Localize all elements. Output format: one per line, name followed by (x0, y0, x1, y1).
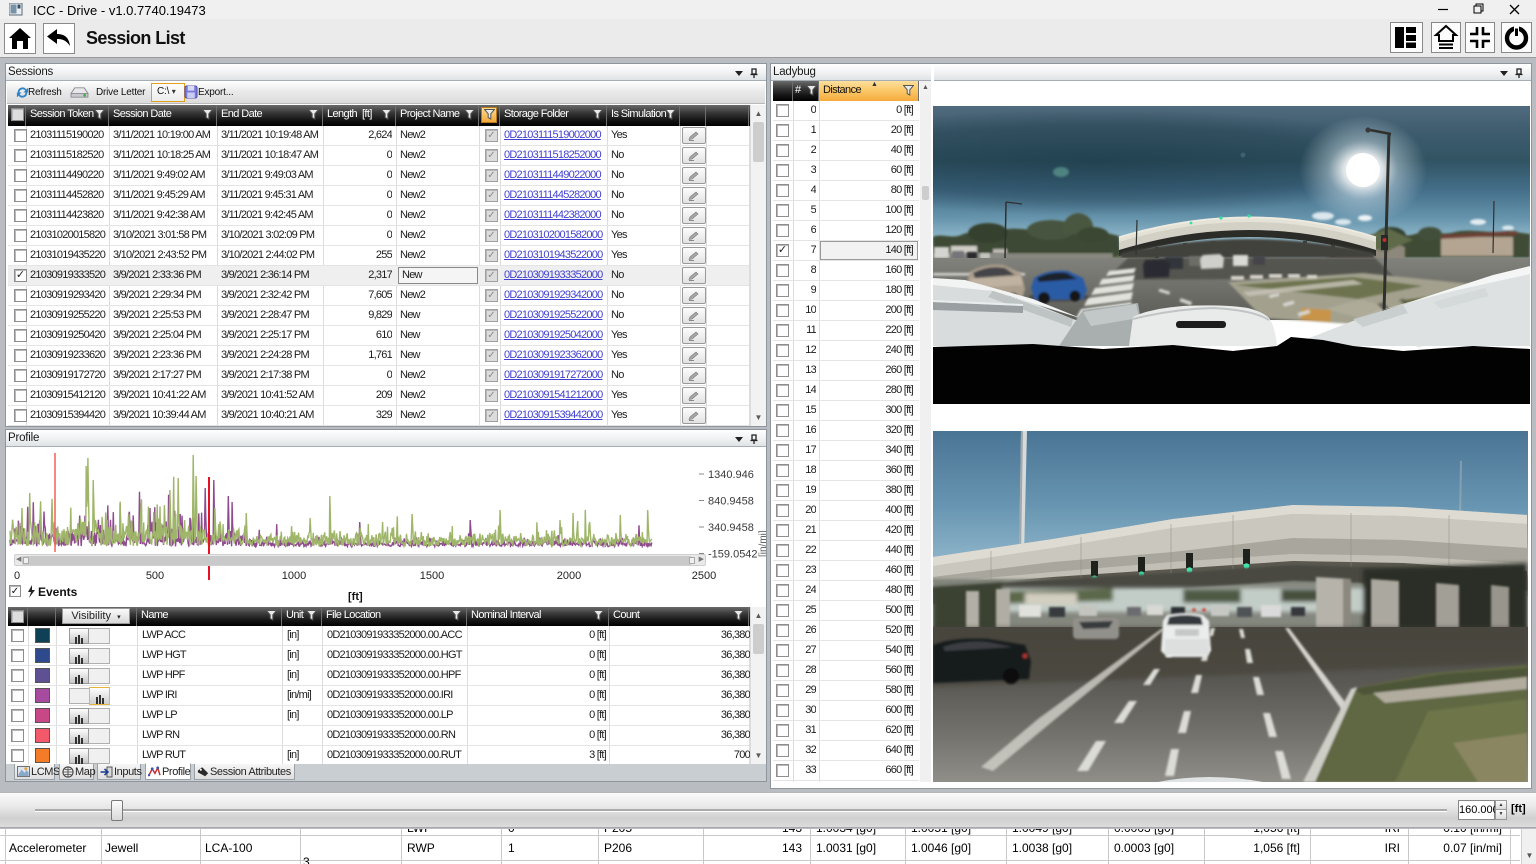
svg-text:-159.0542: -159.0542 (708, 549, 758, 561)
svg-text:[in/mi]: [in/mi] (758, 530, 766, 557)
svg-text:340.9458: 340.9458 (708, 522, 754, 534)
svg-text:840.9458: 840.9458 (708, 496, 754, 508)
svg-text:1340.946: 1340.946 (708, 469, 754, 481)
